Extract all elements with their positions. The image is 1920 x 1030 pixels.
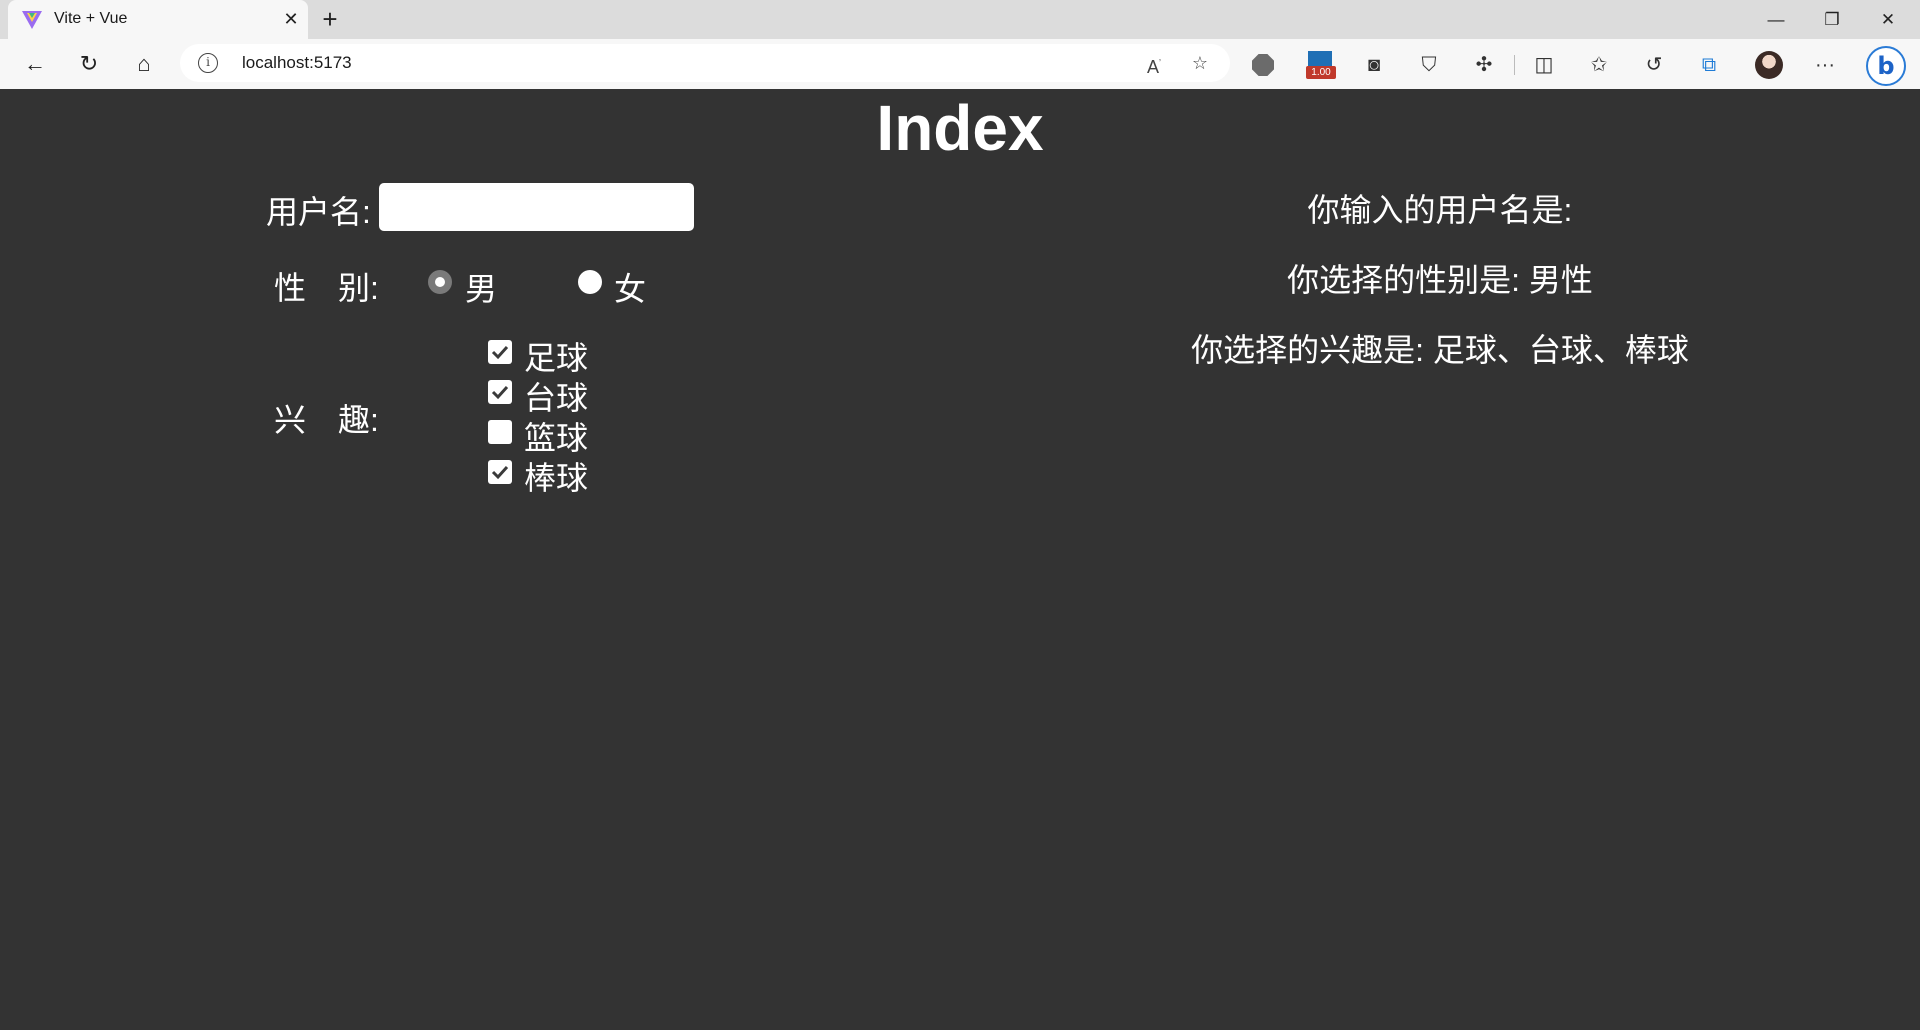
ublock-icon[interactable]: ⛉ — [1415, 51, 1443, 79]
bing-icon[interactable]: b — [1866, 46, 1906, 86]
more-dots-icon[interactable]: ··· — [1811, 51, 1839, 79]
home-icon[interactable]: ⌂ — [129, 49, 159, 79]
new-tab-icon[interactable]: + — [316, 6, 344, 34]
extension-mask-icon[interactable]: ◙ — [1360, 51, 1388, 79]
page-title: Index — [876, 92, 1044, 164]
collections-icon[interactable]: ⧉ — [1695, 51, 1723, 79]
hobby-checkbox-basketball[interactable] — [488, 420, 512, 444]
username-input[interactable] — [379, 183, 694, 231]
tab-bar: Vite + Vue ✕ + — ❐ ✕ — [0, 0, 1920, 39]
refresh-icon[interactable]: ↻ — [74, 49, 104, 79]
hobby-checkbox-billiards[interactable] — [488, 380, 512, 404]
checkmark-icon — [491, 345, 509, 360]
extension-badge-value: 1.00 — [1306, 66, 1336, 79]
extension-badge-icon[interactable]: 1.00 — [1306, 51, 1336, 81]
tab-close-icon[interactable]: ✕ — [280, 8, 302, 30]
tab-title: Vite + Vue — [54, 10, 128, 27]
split-screen-icon[interactable]: ◫ — [1530, 51, 1558, 79]
hobby-option-label[interactable]: 棒球 — [524, 453, 588, 499]
extension-shield-icon[interactable] — [1252, 54, 1274, 76]
back-arrow-icon[interactable]: ← — [20, 49, 50, 79]
url-text[interactable]: localhost:5173 — [242, 53, 352, 73]
checkmark-icon — [491, 465, 509, 480]
address-bar[interactable]: i localhost:5173 Aʼ ☆ — [180, 44, 1230, 82]
result-hobbies: 你选择的兴趣是: 足球、台球、棒球 — [1191, 332, 1689, 368]
gender-option-label[interactable]: 男 — [465, 264, 497, 310]
gender-option-label[interactable]: 女 — [614, 264, 646, 310]
puzzle-icon[interactable]: ✣ — [1470, 51, 1498, 79]
result-gender: 你选择的性别是: 男性 — [1287, 262, 1593, 298]
gender-radio-female[interactable] — [578, 270, 602, 294]
avatar[interactable] — [1755, 51, 1783, 79]
browser-toolbar: ← ↻ ⌂ i localhost:5173 Aʼ ☆ 1.00 ◙ ⛉ ✣ ◫… — [0, 39, 1920, 89]
browser-tab[interactable]: Vite + Vue ✕ — [8, 0, 308, 39]
favorites-star-icon[interactable]: ✩ — [1585, 51, 1613, 79]
toolbar-divider — [1514, 55, 1515, 75]
minimize-icon[interactable]: — — [1748, 0, 1804, 39]
vite-logo-icon — [22, 11, 42, 29]
hobby-checkbox-baseball[interactable] — [488, 460, 512, 484]
checkmark-icon — [491, 385, 509, 400]
username-label: 用户名: — [266, 194, 371, 230]
add-favorite-icon[interactable]: ☆ — [1188, 51, 1212, 75]
gender-radio-male[interactable] — [428, 270, 452, 294]
gender-label: 性 别: — [274, 270, 379, 306]
restore-icon[interactable]: ❐ — [1804, 0, 1860, 39]
close-window-icon[interactable]: ✕ — [1860, 0, 1916, 39]
hobby-checkbox-football[interactable] — [488, 340, 512, 364]
history-icon[interactable]: ↺ — [1640, 51, 1668, 79]
read-aloud-icon[interactable]: Aʼ — [1142, 51, 1166, 77]
hobby-label: 兴 趣: — [274, 402, 379, 438]
page-content: Index 用户名: 性 别: 男 女 兴 趣: 足球 台球 篮球 棒球 你输入… — [0, 89, 1920, 1030]
site-info-icon[interactable]: i — [198, 53, 218, 73]
result-username: 你输入的用户名是: — [1307, 192, 1573, 228]
